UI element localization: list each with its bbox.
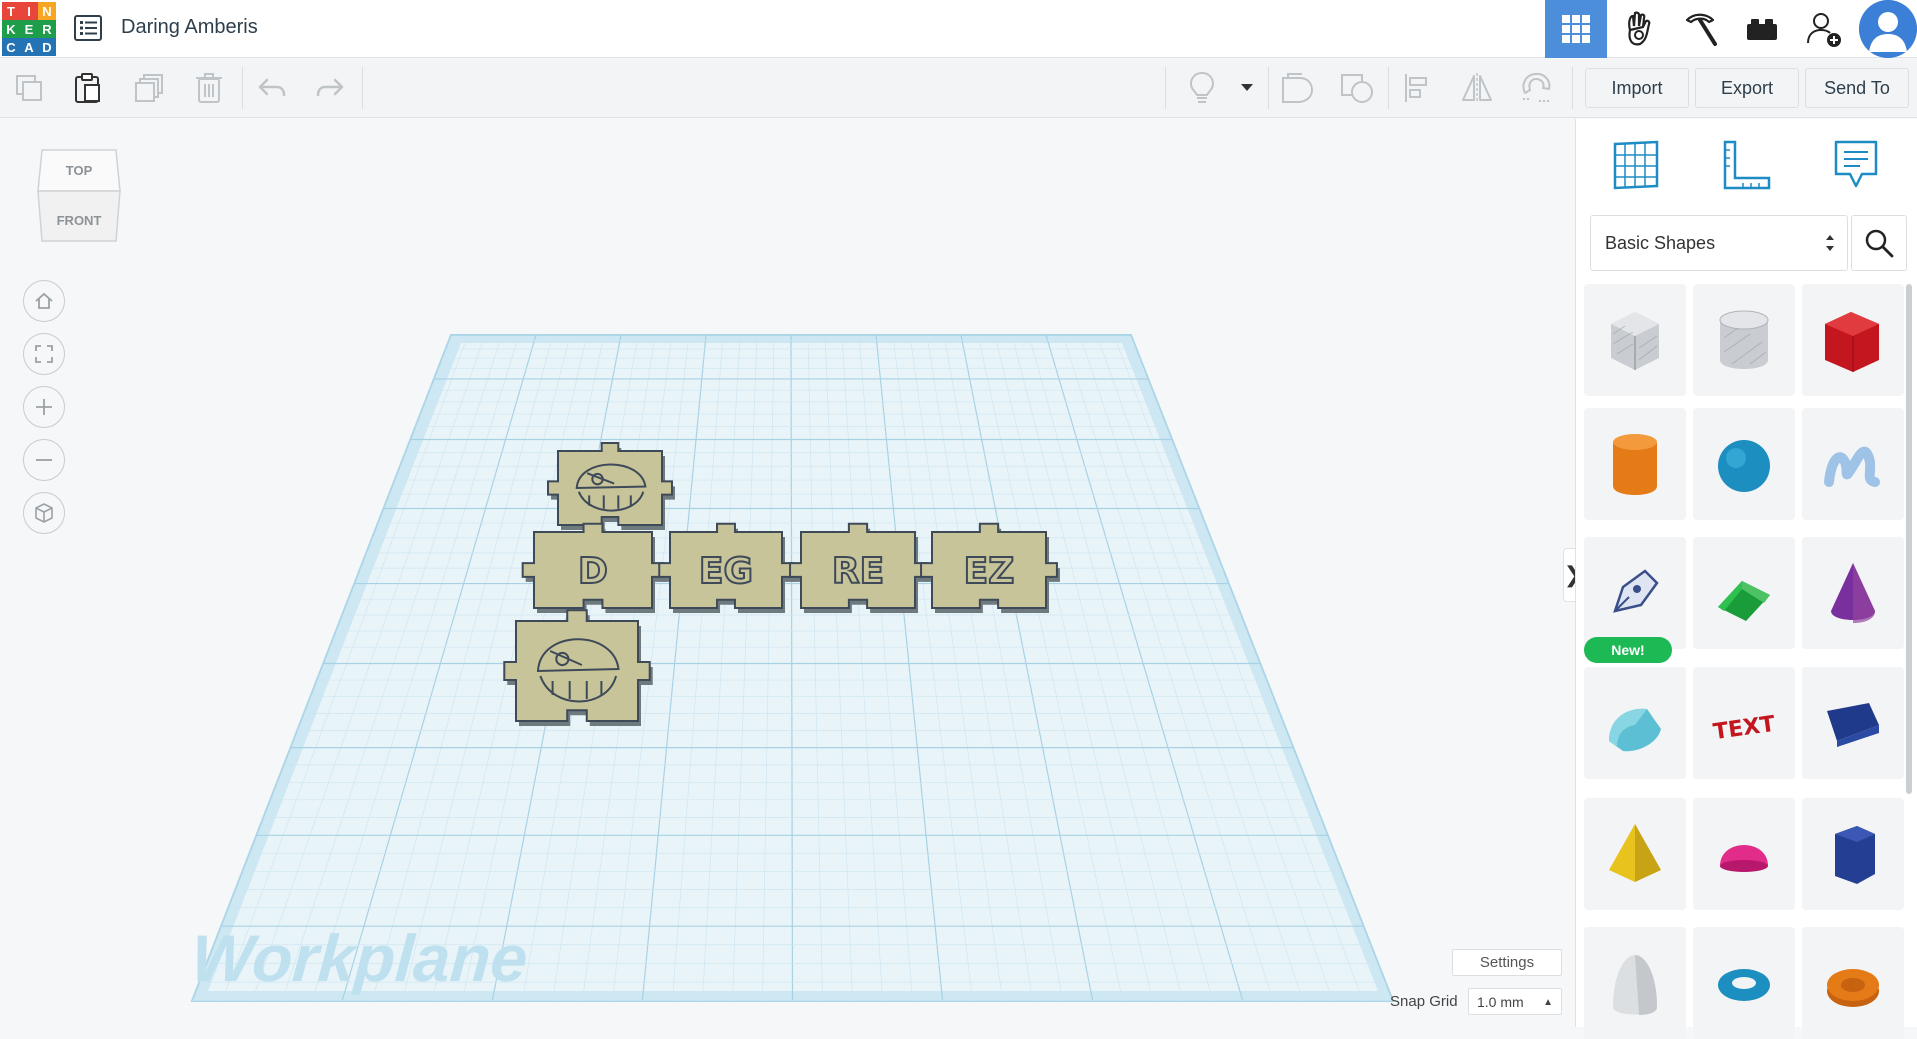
pickaxe-icon[interactable]: [1669, 0, 1731, 58]
duplicate-icon[interactable]: [130, 69, 168, 107]
logo-letter: N: [38, 2, 56, 20]
grid-view-icon[interactable]: [1545, 0, 1607, 58]
top-bar: TINKERCAD Daring Amberis: [0, 0, 1917, 58]
trash-icon[interactable]: [190, 69, 228, 107]
send-to-button[interactable]: Send To: [1805, 68, 1909, 108]
logo-letter: I: [20, 2, 38, 20]
cruise-magnet-icon[interactable]: [1518, 69, 1556, 107]
copy-icon[interactable]: [10, 69, 48, 107]
shape-text-icon[interactable]: TEXT: [1693, 667, 1795, 779]
logo-letter: E: [20, 20, 38, 38]
workplane-tool-icon[interactable]: [1606, 135, 1666, 195]
logo-letter: C: [2, 38, 20, 56]
light-bulb-icon[interactable]: [1183, 69, 1221, 107]
shape-torus-icon[interactable]: [1693, 927, 1795, 1039]
ungroup-icon[interactable]: [1338, 69, 1376, 107]
shape-box-red-icon[interactable]: [1802, 284, 1904, 396]
hand-sim-icon[interactable]: [1607, 0, 1669, 58]
import-button[interactable]: Import: [1585, 68, 1689, 108]
shape-tube-icon[interactable]: [1802, 927, 1904, 1039]
shape-round-roof-icon[interactable]: [1584, 667, 1686, 779]
shape-cylinder-hole-icon[interactable]: [1693, 284, 1795, 396]
light-dropdown-icon[interactable]: [1228, 69, 1266, 107]
snap-grid-value: 1.0 mm: [1477, 993, 1524, 1010]
new-badge: New!: [1584, 637, 1672, 663]
ruler-tool-icon[interactable]: [1716, 135, 1776, 195]
shapes-panel: Basic Shapes TEXT New!: [1575, 119, 1917, 1039]
workplane-grid[interactable]: Workplane D EG RE EZ: [0, 119, 1575, 1027]
panel-scrollbar[interactable]: [1906, 284, 1912, 794]
svg-text:TEXT: TEXT: [1712, 712, 1777, 745]
paste-icon[interactable]: [69, 69, 107, 107]
notes-tool-icon[interactable]: [1826, 135, 1886, 195]
logo-letter: R: [38, 20, 56, 38]
edit-toolbar: Import Export Send To: [0, 59, 1917, 118]
workplane-label: Workplane: [189, 922, 530, 996]
select-arrows-icon: [1825, 232, 1835, 259]
shape-cone-icon[interactable]: [1802, 537, 1904, 649]
export-button[interactable]: Export: [1695, 68, 1799, 108]
piece-letters: EZ: [964, 551, 1015, 592]
shape-scribble-icon[interactable]: [1802, 408, 1904, 520]
shape-roof-icon[interactable]: [1693, 537, 1795, 649]
design-viewport[interactable]: TOP FRONT Workplane D EG RE EZ Settings …: [0, 119, 1575, 1027]
puzzle-piece-letter[interactable]: EZ: [920, 522, 1060, 613]
shape-paraboloid-icon[interactable]: [1584, 927, 1686, 1039]
add-user-icon[interactable]: [1793, 0, 1855, 58]
puzzle-piece-letter[interactable]: RE: [789, 522, 929, 613]
piece-letters: EG: [699, 551, 753, 592]
align-icon[interactable]: [1398, 69, 1436, 107]
profile-avatar-icon[interactable]: [1859, 0, 1917, 58]
puzzle-piece-face[interactable]: [503, 609, 653, 726]
shape-pyramid-icon[interactable]: [1584, 798, 1686, 910]
snap-grid-select[interactable]: 1.0 mm ▲: [1468, 988, 1562, 1015]
shape-wedge-icon[interactable]: [1802, 667, 1904, 779]
top-right-nav: [1545, 0, 1917, 58]
shape-cylinder-icon[interactable]: [1584, 408, 1686, 520]
shape-half-sphere-icon[interactable]: [1693, 798, 1795, 910]
shape-category-label: Basic Shapes: [1605, 232, 1716, 253]
search-icon[interactable]: [1851, 215, 1907, 271]
mirror-icon[interactable]: [1458, 69, 1496, 107]
undo-icon[interactable]: [253, 69, 291, 107]
logo-letter: K: [2, 20, 20, 38]
logo-letter: T: [2, 2, 20, 20]
caret-up-icon: ▲: [1543, 997, 1553, 1008]
design-list-icon[interactable]: [72, 12, 104, 44]
tinkercad-logo[interactable]: TINKERCAD: [2, 2, 56, 56]
shape-category-select[interactable]: Basic Shapes: [1590, 215, 1848, 271]
settings-button[interactable]: Settings: [1452, 949, 1562, 976]
shape-sphere-icon[interactable]: [1693, 408, 1795, 520]
puzzle-piece-letter[interactable]: EG: [658, 522, 796, 613]
shape-polygon-icon[interactable]: [1802, 798, 1904, 910]
bricks-icon[interactable]: [1731, 0, 1793, 58]
puzzle-piece-letter[interactable]: D: [521, 522, 667, 613]
design-title[interactable]: Daring Amberis: [121, 16, 258, 39]
group-icon[interactable]: [1278, 69, 1316, 107]
piece-letters: RE: [832, 551, 884, 592]
puzzle-piece-face[interactable]: [547, 442, 675, 530]
snap-grid-label: Snap Grid: [1390, 993, 1458, 1010]
logo-letter: A: [20, 38, 38, 56]
redo-icon[interactable]: [311, 69, 349, 107]
logo-letter: D: [38, 38, 56, 56]
shape-box-icon[interactable]: [1584, 284, 1686, 396]
piece-letters: D: [578, 551, 608, 592]
shape-sketch-pen-icon[interactable]: [1584, 537, 1686, 649]
